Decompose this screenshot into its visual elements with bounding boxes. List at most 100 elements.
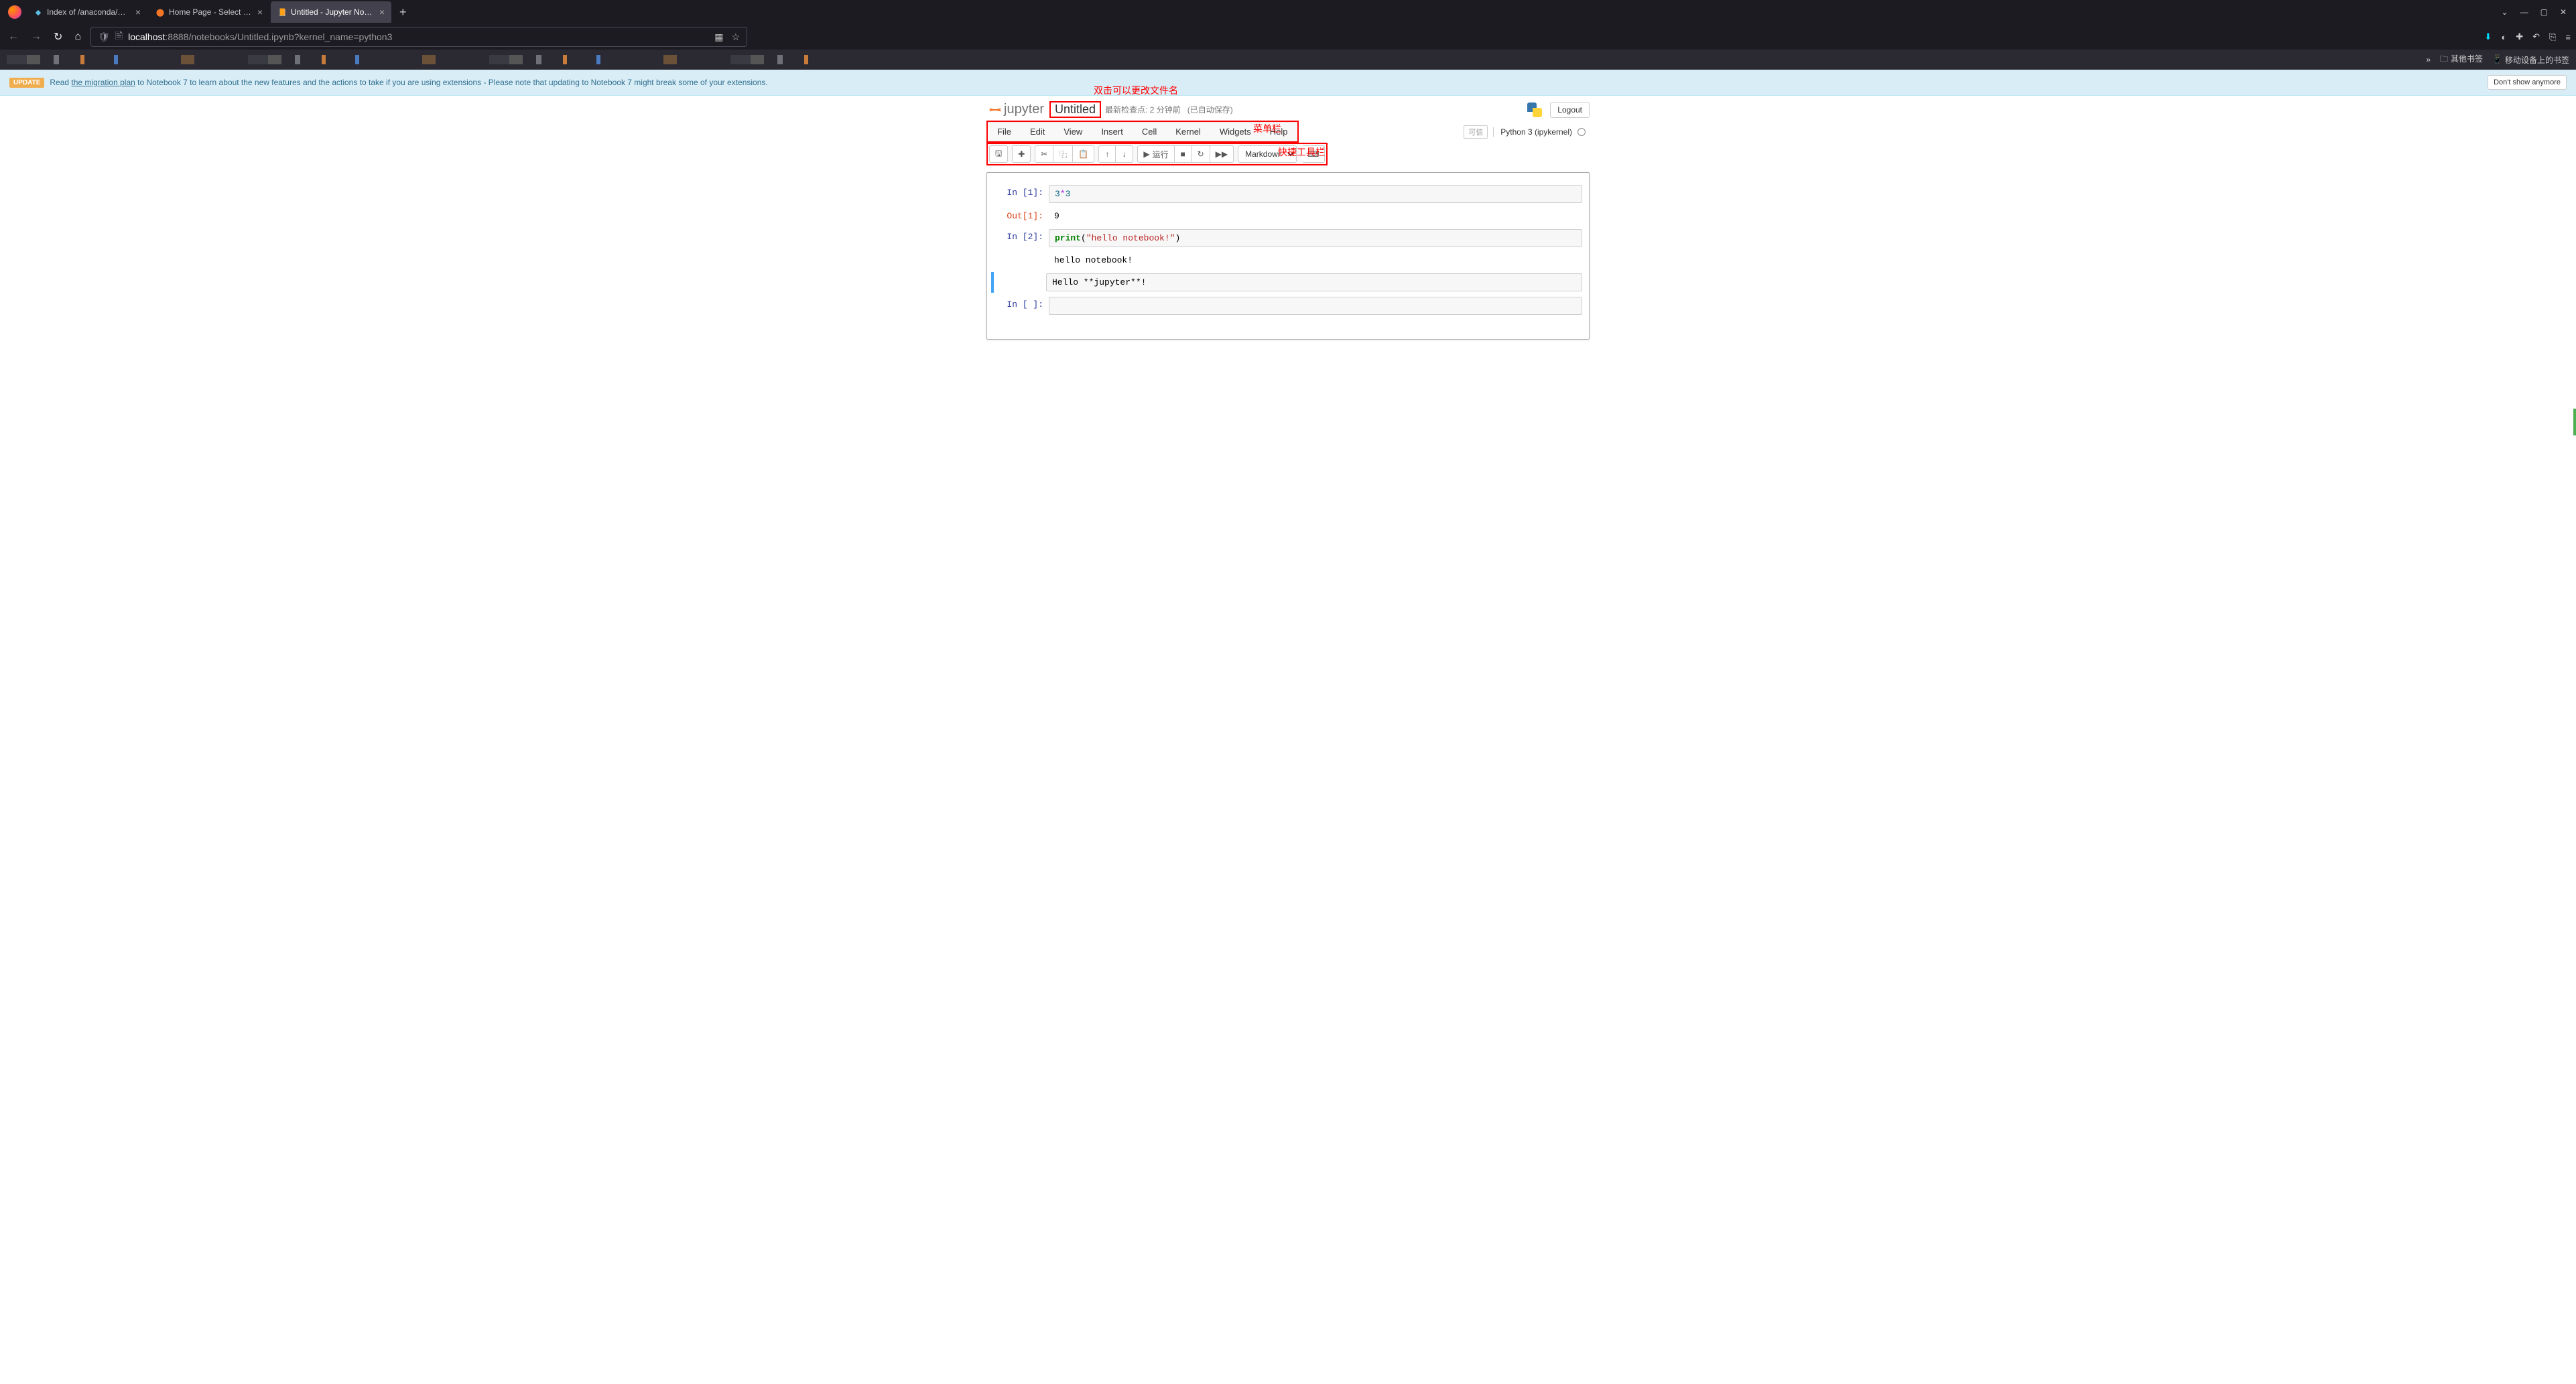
url-port: :8888 (165, 31, 188, 42)
address-bar[interactable]: 🛡 🗎 localhost:8888/notebooks/Untitled.ip… (90, 27, 747, 47)
pocket-icon[interactable]: ⎘ (2549, 31, 2556, 42)
close-window-icon[interactable]: ✕ (2560, 7, 2567, 17)
python-logo-icon (1527, 102, 1542, 117)
forward-button[interactable]: → (28, 28, 44, 46)
bookmark-star-icon[interactable]: ☆ (732, 31, 740, 43)
tab-strip: ◆ Index of /anaconda/archive/ × ⬤ Home P… (0, 0, 2576, 24)
firefox-icon (8, 5, 21, 19)
output-text: 9 (1049, 208, 1582, 224)
dismiss-banner-button[interactable]: Don't show anymore (2488, 75, 2567, 90)
logout-button[interactable]: Logout (1550, 102, 1590, 118)
insert-cell-button[interactable]: ✚ (1012, 145, 1031, 163)
scrollbar-accent (2573, 409, 2576, 435)
close-icon[interactable]: × (257, 7, 263, 17)
update-badge: UPDATE (9, 78, 44, 88)
output-prompt: Out[1]: (994, 208, 1049, 224)
empty-prompt (994, 273, 1046, 291)
restart-button[interactable]: ↻ (1192, 145, 1210, 163)
jupyter-logo[interactable]: jupyter (986, 102, 1044, 117)
downloads-icon[interactable]: ⬇ (2484, 31, 2492, 42)
move-up-button[interactable]: ↑ (1098, 145, 1116, 163)
bookmarks-bar: » 🗀 其他书签 📱 移动设备上的书签 (0, 50, 2576, 70)
notebook-header: jupyter Untitled 最新检查点: 2 分钟前 (已自动保存) Lo… (986, 96, 1590, 121)
menu-kernel[interactable]: Kernel (1166, 123, 1210, 141)
notebook-favicon-icon: 📙 (277, 7, 287, 17)
library-icon[interactable]: ↶ (2532, 31, 2540, 42)
update-banner: UPDATE Read the migration plan to Notebo… (0, 70, 2576, 96)
reload-button[interactable]: ↻ (51, 27, 65, 46)
window-controls: ⌄ — ▢ ✕ (2502, 7, 2573, 17)
command-palette-button[interactable]: ⌨ (1302, 145, 1325, 163)
mobile-bookmarks-folder[interactable]: 📱 移动设备上的书签 (2492, 54, 2569, 66)
browser-chrome: ◆ Index of /anaconda/archive/ × ⬤ Home P… (0, 0, 2576, 70)
url-path: /notebooks/Untitled.ipynb?kernel_name=py… (188, 31, 392, 42)
autosave-status: (已自动保存) (1187, 104, 1233, 115)
menu-insert[interactable]: Insert (1092, 123, 1133, 141)
menu-widgets[interactable]: Widgets (1210, 123, 1261, 141)
app-menu-icon[interactable]: ≡ (2565, 32, 2571, 42)
menu-view[interactable]: View (1054, 123, 1092, 141)
markdown-input[interactable]: Hello **jupyter**! (1046, 273, 1582, 291)
minimize-icon[interactable]: — (2520, 7, 2528, 17)
browser-tab-active[interactable]: 📙 Untitled - Jupyter Notebook × (271, 1, 391, 23)
close-icon[interactable]: × (135, 7, 141, 17)
code-input[interactable]: 3*3 (1049, 185, 1582, 203)
notebook-title[interactable]: Untitled (1049, 101, 1101, 118)
kernel-name[interactable]: Python 3 (ipykernel) (1493, 127, 1572, 137)
kernel-status-icon (1577, 128, 1586, 136)
input-prompt: In [2]: (994, 229, 1049, 247)
navigation-toolbar: ← → ↻ ⌂ 🛡 🗎 localhost:8888/notebooks/Unt… (0, 24, 2576, 50)
tab-title: Untitled - Jupyter Notebook (291, 7, 374, 17)
menu-edit[interactable]: Edit (1021, 123, 1054, 141)
banner-text: Read the migration plan to Notebook 7 to… (50, 78, 767, 87)
save-button[interactable]: 🖫 (989, 145, 1008, 163)
run-button[interactable]: ▶运行 (1137, 145, 1174, 163)
bookmarks-obscured (7, 55, 831, 64)
browser-tab[interactable]: ◆ Index of /anaconda/archive/ × (27, 1, 147, 23)
migration-plan-link[interactable]: the migration plan (71, 78, 135, 87)
qr-icon[interactable]: ▦ (714, 31, 723, 43)
code-cell[interactable]: In [1]: 3*3 (991, 184, 1585, 204)
cut-button[interactable]: ✂ (1035, 145, 1053, 163)
code-cell[interactable]: In [2]: print("hello notebook!") (991, 228, 1585, 249)
bookmarks-overflow-icon[interactable]: » (2426, 55, 2431, 64)
trusted-indicator[interactable]: 可信 (1464, 125, 1488, 139)
menu-file[interactable]: File (988, 123, 1021, 141)
menubar: File Edit View Insert Cell Kernel Widget… (988, 122, 1297, 141)
jupyter-logo-text: jupyter (1004, 102, 1044, 117)
home-button[interactable]: ⌂ (72, 28, 84, 46)
menu-cell[interactable]: Cell (1133, 123, 1166, 141)
tabs-dropdown-icon[interactable]: ⌄ (2502, 7, 2508, 17)
jupyter-favicon-icon: ⬤ (155, 7, 165, 17)
tab-title: Index of /anaconda/archive/ (47, 7, 130, 17)
interrupt-button[interactable]: ■ (1175, 145, 1192, 163)
maximize-icon[interactable]: ▢ (2540, 7, 2548, 17)
url-host: localhost (128, 31, 165, 42)
cell-type-select[interactable]: Markdown (1238, 145, 1297, 163)
output-row: Out[1]: 9 (991, 207, 1585, 225)
code-cell-empty[interactable]: In [ ]: (991, 295, 1585, 316)
back-button[interactable]: ← (5, 28, 21, 46)
output-row: hello notebook! (991, 251, 1585, 269)
toolbar: 🖫 ✚ ✂ ⿻ 📋 ↑ ↓ ▶运行 ■ ↻ ▶▶ Markdown ⌨ (989, 145, 1325, 163)
page-info-icon: 🗎 (115, 29, 123, 45)
checkpoint-status: 最新检查点: 2 分钟前 (1105, 104, 1181, 115)
browser-tab[interactable]: ⬤ Home Page - Select or create × (149, 1, 269, 23)
code-input[interactable]: print("hello notebook!") (1049, 229, 1582, 247)
copy-button[interactable]: ⿻ (1053, 145, 1073, 163)
menu-help[interactable]: Help (1261, 123, 1297, 141)
code-input[interactable] (1049, 297, 1582, 315)
input-prompt: In [1]: (994, 185, 1049, 203)
shield-icon: 🛡 (98, 31, 110, 43)
move-down-button[interactable]: ↓ (1116, 145, 1133, 163)
account-icon[interactable]: ◐ (2501, 32, 2506, 42)
other-bookmarks-folder[interactable]: 🗀 其他书签 (2440, 53, 2483, 67)
paste-button[interactable]: 📋 (1073, 145, 1094, 163)
markdown-cell-selected[interactable]: Hello **jupyter**! (991, 272, 1585, 293)
notebook-area: In [1]: 3*3 Out[1]: 9 In [2]: print("hel… (986, 172, 1590, 340)
close-icon[interactable]: × (379, 7, 385, 17)
restart-run-all-button[interactable]: ▶▶ (1210, 145, 1234, 163)
new-tab-button[interactable]: + (393, 3, 413, 22)
input-prompt: In [ ]: (994, 297, 1049, 315)
extensions-icon[interactable]: ✚ (2516, 31, 2523, 42)
